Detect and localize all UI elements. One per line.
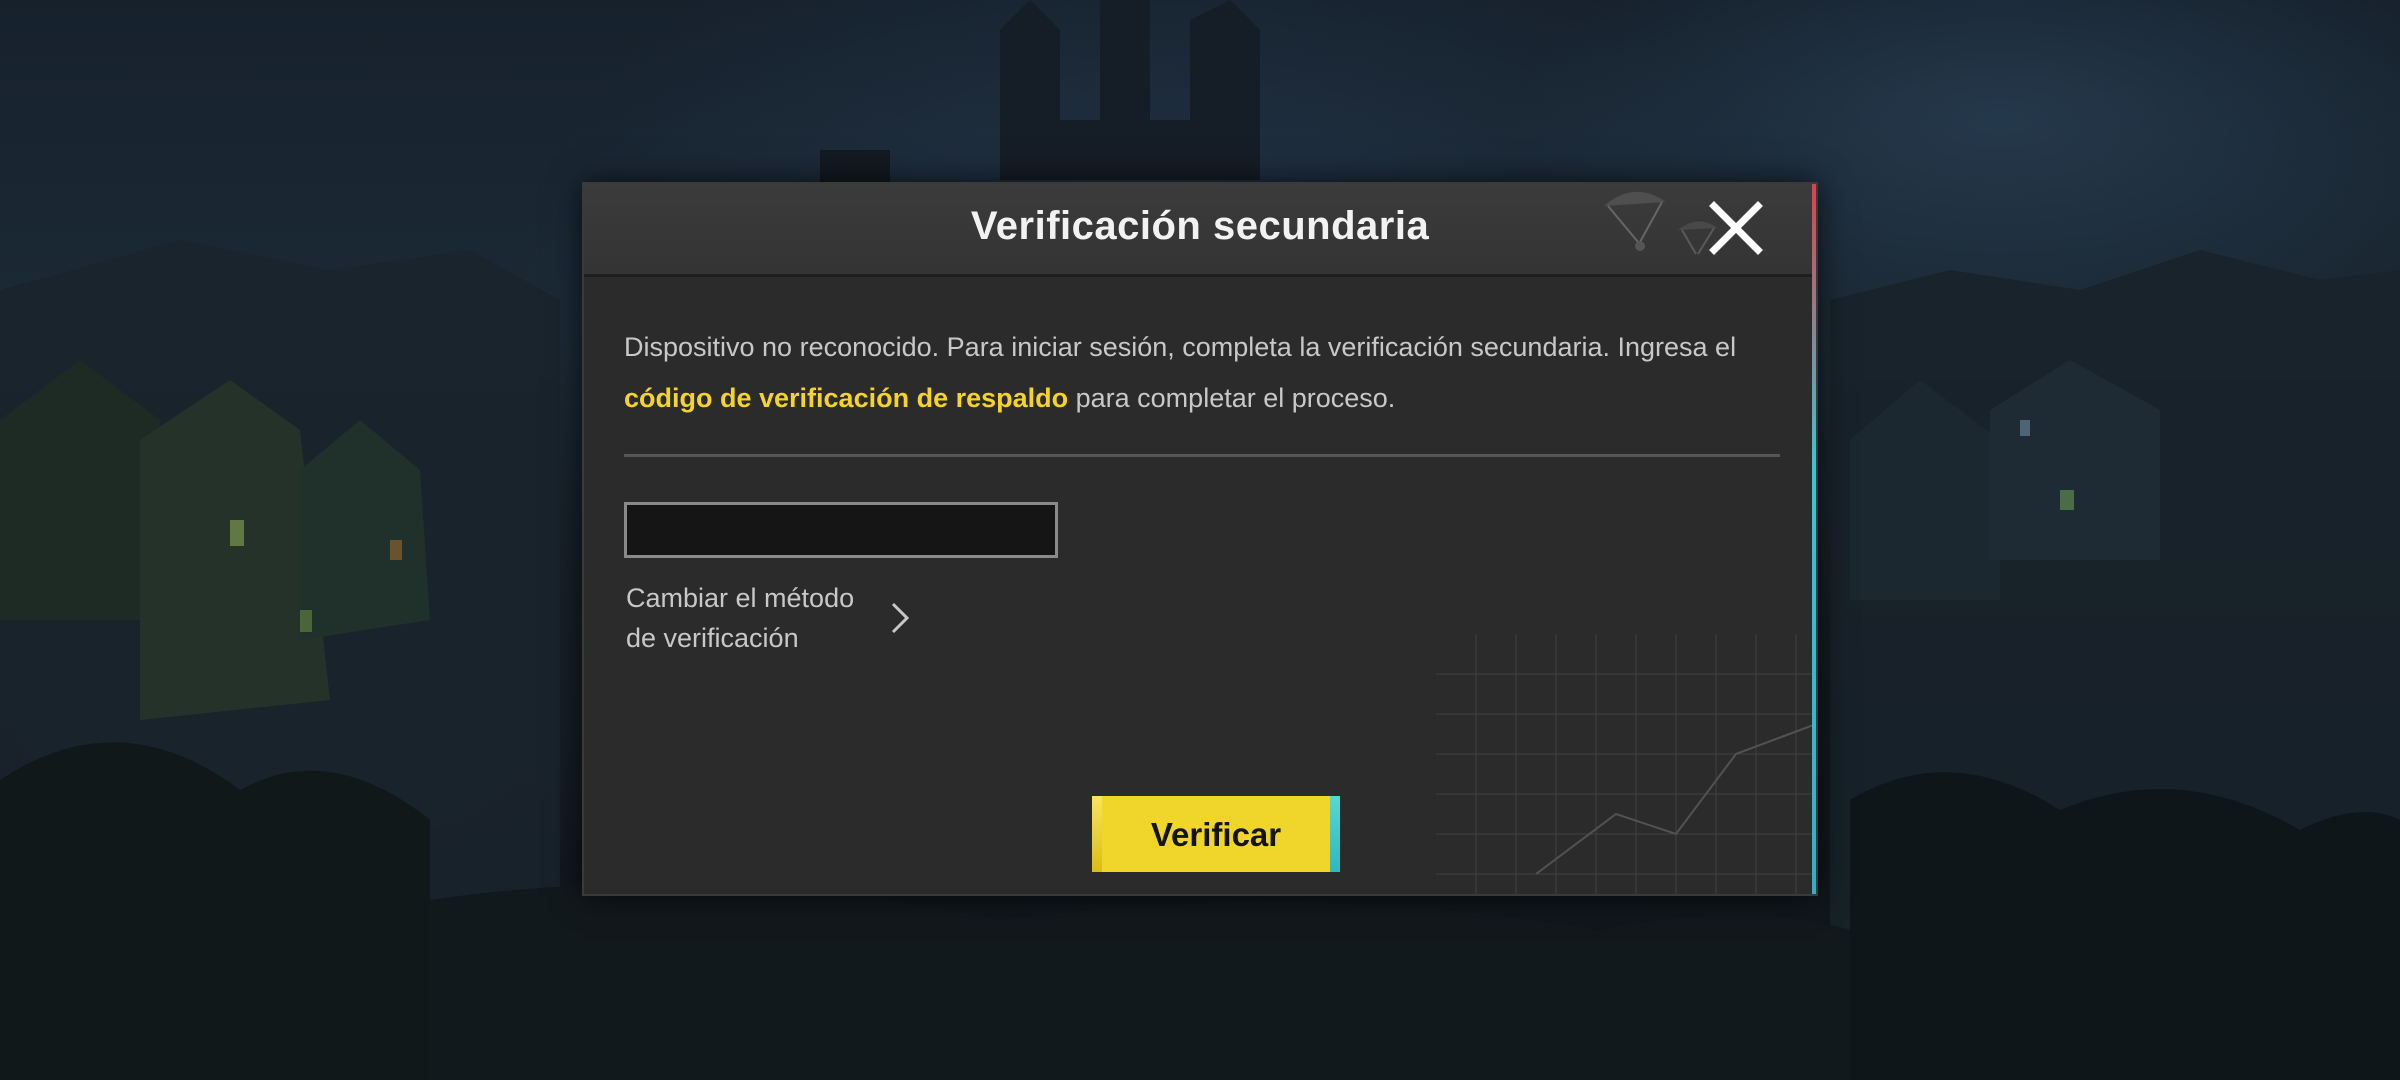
grid-decoration	[1436, 634, 1816, 894]
secondary-verification-dialog: Verificación secundaria Dispositivo no r…	[582, 182, 1818, 896]
verify-button[interactable]: Verificar	[1092, 796, 1340, 872]
close-icon	[1709, 201, 1763, 255]
verification-code-input[interactable]	[624, 502, 1058, 558]
close-button[interactable]	[1708, 200, 1764, 256]
change-method-label: Cambiar el método de verificación	[626, 583, 855, 653]
verify-button-label: Verificar	[1150, 816, 1282, 853]
divider	[624, 454, 1780, 457]
dialog-title-bar: Verificación secundaria	[584, 184, 1816, 277]
change-verification-method-button[interactable]: Cambiar el método de verificación	[626, 578, 926, 668]
verification-message: Dispositivo no reconocido. Para iniciar …	[624, 322, 1774, 424]
dialog-accent-edge	[1812, 184, 1816, 894]
message-text-start: Dispositivo no reconocido. Para iniciar …	[624, 332, 1737, 362]
chevron-right-icon	[891, 602, 910, 634]
message-text-end: para completar el proceso.	[1068, 383, 1396, 413]
backup-code-link: código de verificación de respaldo	[624, 383, 1069, 413]
